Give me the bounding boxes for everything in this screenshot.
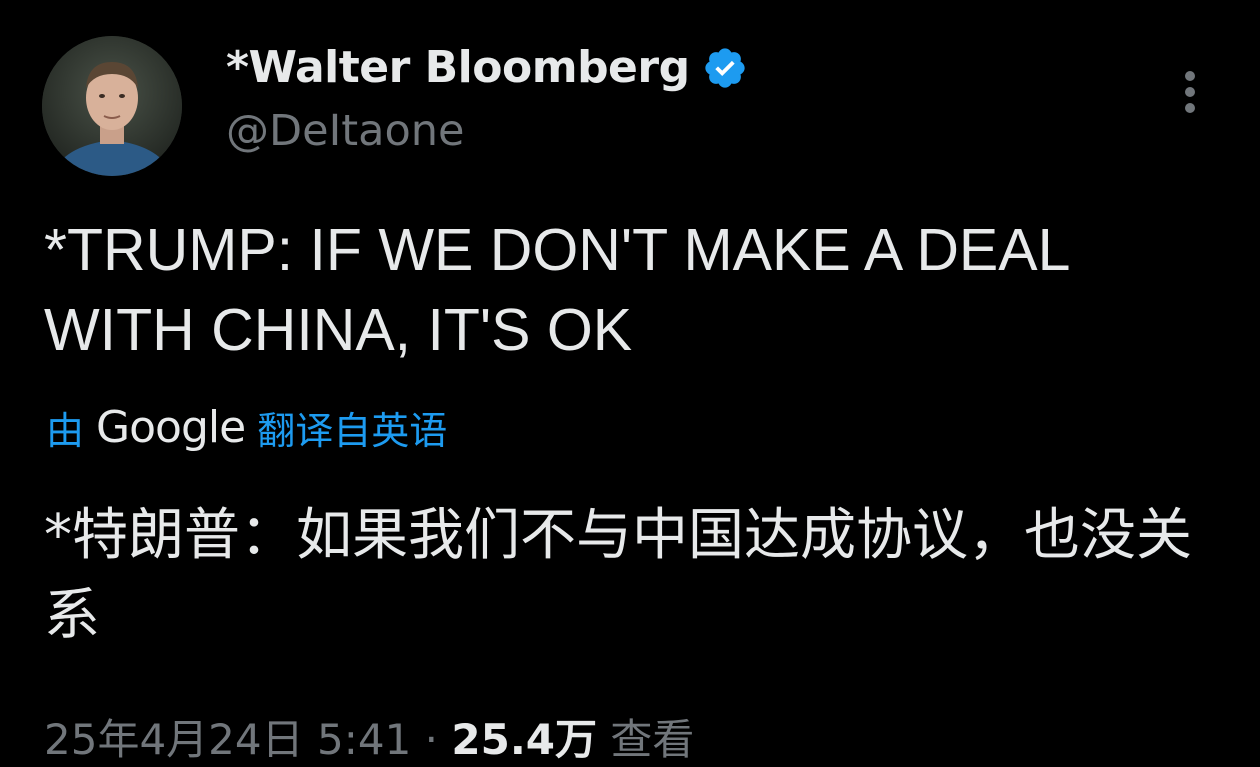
verified-badge-icon [704,47,745,88]
tweet[interactable]: *Walter Bloomberg @DeItaone *TRUMP: IF W… [0,0,1260,764]
profile-photo-icon [42,36,182,176]
translation-source-label[interactable]: 翻译自英语 [257,400,447,455]
translated-text: *特朗普：如果我们不与中国达成协议，也没关系 [44,503,1192,648]
tweet-meta: 25年4月24日 5:41 · 25.4万 查看 [44,706,694,767]
tweet-text: *TRUMP: IF WE DON'T MAKE A DEAL WITH CHI… [44,217,1069,363]
author-handle[interactable]: @DeItaone [226,106,464,156]
avatar[interactable] [42,36,182,176]
author-name-row[interactable]: *Walter Bloomberg [226,42,748,93]
meta-separator: · [424,715,439,764]
author-display-name[interactable]: *Walter Bloomberg [226,42,690,93]
translation-attribution[interactable]: 由 Google 翻译自英语 [46,400,447,455]
more-options-icon[interactable] [1172,68,1208,116]
translation-prefix[interactable]: 由 [46,400,84,455]
google-logo: Google [96,402,246,453]
tweet-date[interactable]: 25年4月24日 [44,715,304,764]
views-label: 查看 [610,715,695,764]
views-count: 25.4万 [451,715,598,764]
tweet-time[interactable]: 5:41 [317,715,411,764]
